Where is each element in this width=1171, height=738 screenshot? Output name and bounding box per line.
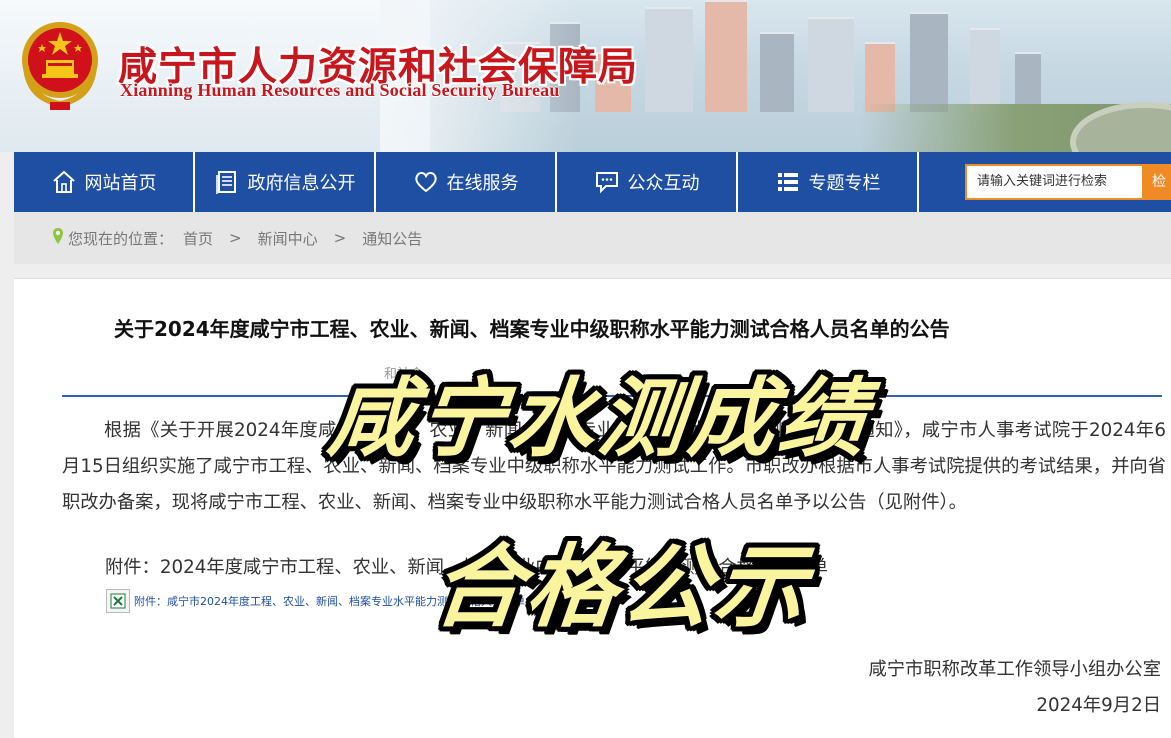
breadcrumb-news-link[interactable]: 新闻中心 <box>258 228 318 249</box>
national-emblem-icon <box>22 22 98 110</box>
breadcrumb: 您现在的位置： 首页 > 新闻中心 > 通知公告 <box>14 212 1171 264</box>
overlay-caption-line1: 咸宁水测成绩 <box>323 369 875 469</box>
nav-item-online-service[interactable]: 在线服务 <box>376 152 557 212</box>
breadcrumb-notice-link[interactable]: 通知公告 <box>362 228 422 249</box>
publish-date: 2024年9月2日 <box>1036 695 1161 716</box>
breadcrumb-prefix: 您现在的位置： <box>68 229 174 248</box>
breadcrumb-separator: > <box>333 229 347 247</box>
home-icon <box>51 169 77 195</box>
site-subtitle: Xianning Human Resources and Social Secu… <box>120 80 560 100</box>
chat-icon <box>594 169 620 195</box>
search-button[interactable]: 检 <box>1142 164 1171 200</box>
article-card: 关于2024年度咸宁市工程、农业、新闻、档案专业中级职称水平能力测试合格人员名单… <box>14 278 1171 738</box>
nav-item-label: 专题专栏 <box>808 173 881 194</box>
heart-icon <box>413 169 439 195</box>
nav-item-label: 公众互动 <box>627 173 700 194</box>
header-banner: 咸宁市人力资源和社会保障局 Xianning Human Resources a… <box>0 0 1171 152</box>
signature: 咸宁市职称改革工作领导小组办公室 <box>868 659 1162 680</box>
nav-item-label: 网站首页 <box>84 173 157 194</box>
overlay-caption-line2: 合格公示 <box>427 535 815 640</box>
excel-file-icon <box>106 589 130 613</box>
breadcrumb-home-link[interactable]: 首页 <box>183 228 213 249</box>
nav-item-special-topics[interactable]: 专题专栏 <box>738 152 919 212</box>
breadcrumb-separator: > <box>229 229 242 247</box>
nav-item-public-interaction[interactable]: 公众互动 <box>557 152 738 212</box>
search-input[interactable]: 请输入关键词进行检索 <box>965 164 1142 200</box>
nav-item-label: 政府信息公开 <box>247 173 356 194</box>
location-pin-icon <box>52 227 64 249</box>
nav-item-home[interactable]: 网站首页 <box>14 152 195 212</box>
document-icon <box>214 169 240 195</box>
nav-item-gov-info[interactable]: 政府信息公开 <box>195 152 376 212</box>
list-icon <box>775 169 801 195</box>
nav-item-label: 在线服务 <box>446 173 519 194</box>
main-nav: 网站首页 政府信息公开 在线服务 公众互动 专题专栏 请输入关键词进行检索 检 <box>14 152 1171 212</box>
article-title: 关于2024年度咸宁市工程、农业、新闻、档案专业中级职称水平能力测试合格人员名单… <box>114 317 950 341</box>
